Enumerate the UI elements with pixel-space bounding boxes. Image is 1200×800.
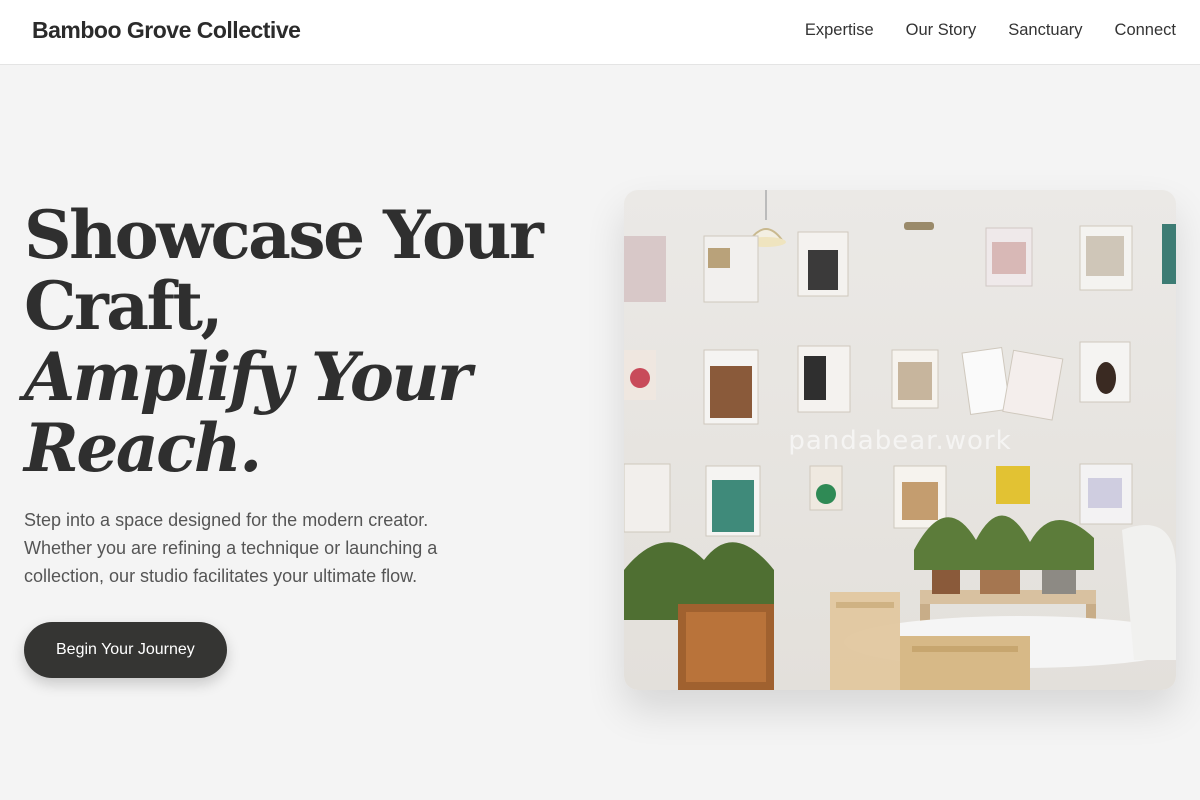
brand-logo-link[interactable]: Bamboo Grove Collective [32, 17, 301, 44]
main-nav: Expertise Our Story Sanctuary Connect [805, 21, 1176, 40]
hero-section: Showcase Your Craft, Amplify Your Reach.… [24, 200, 584, 678]
headline-line-4: Reach. [24, 409, 262, 487]
top-nav-bar: Bamboo Grove Collective Expertise Our St… [0, 0, 1200, 65]
hero-headline: Showcase Your Craft, Amplify Your Reach. [24, 200, 584, 484]
nav-link-expertise[interactable]: Expertise [805, 21, 874, 40]
hero-photo: pandabear.work [624, 190, 1176, 690]
headline-line-2: Craft, [24, 267, 223, 345]
headline-line-3: Amplify Your [24, 338, 472, 416]
headline-line-1: Showcase Your [24, 196, 544, 274]
nav-link-connect[interactable]: Connect [1115, 21, 1176, 40]
begin-journey-button[interactable]: Begin Your Journey [24, 622, 227, 678]
photo-watermark: pandabear.work [788, 426, 1012, 456]
nav-link-sanctuary[interactable]: Sanctuary [1008, 21, 1082, 40]
nav-link-our-story[interactable]: Our Story [906, 21, 977, 40]
hero-description: Step into a space designed for the moder… [24, 510, 438, 586]
